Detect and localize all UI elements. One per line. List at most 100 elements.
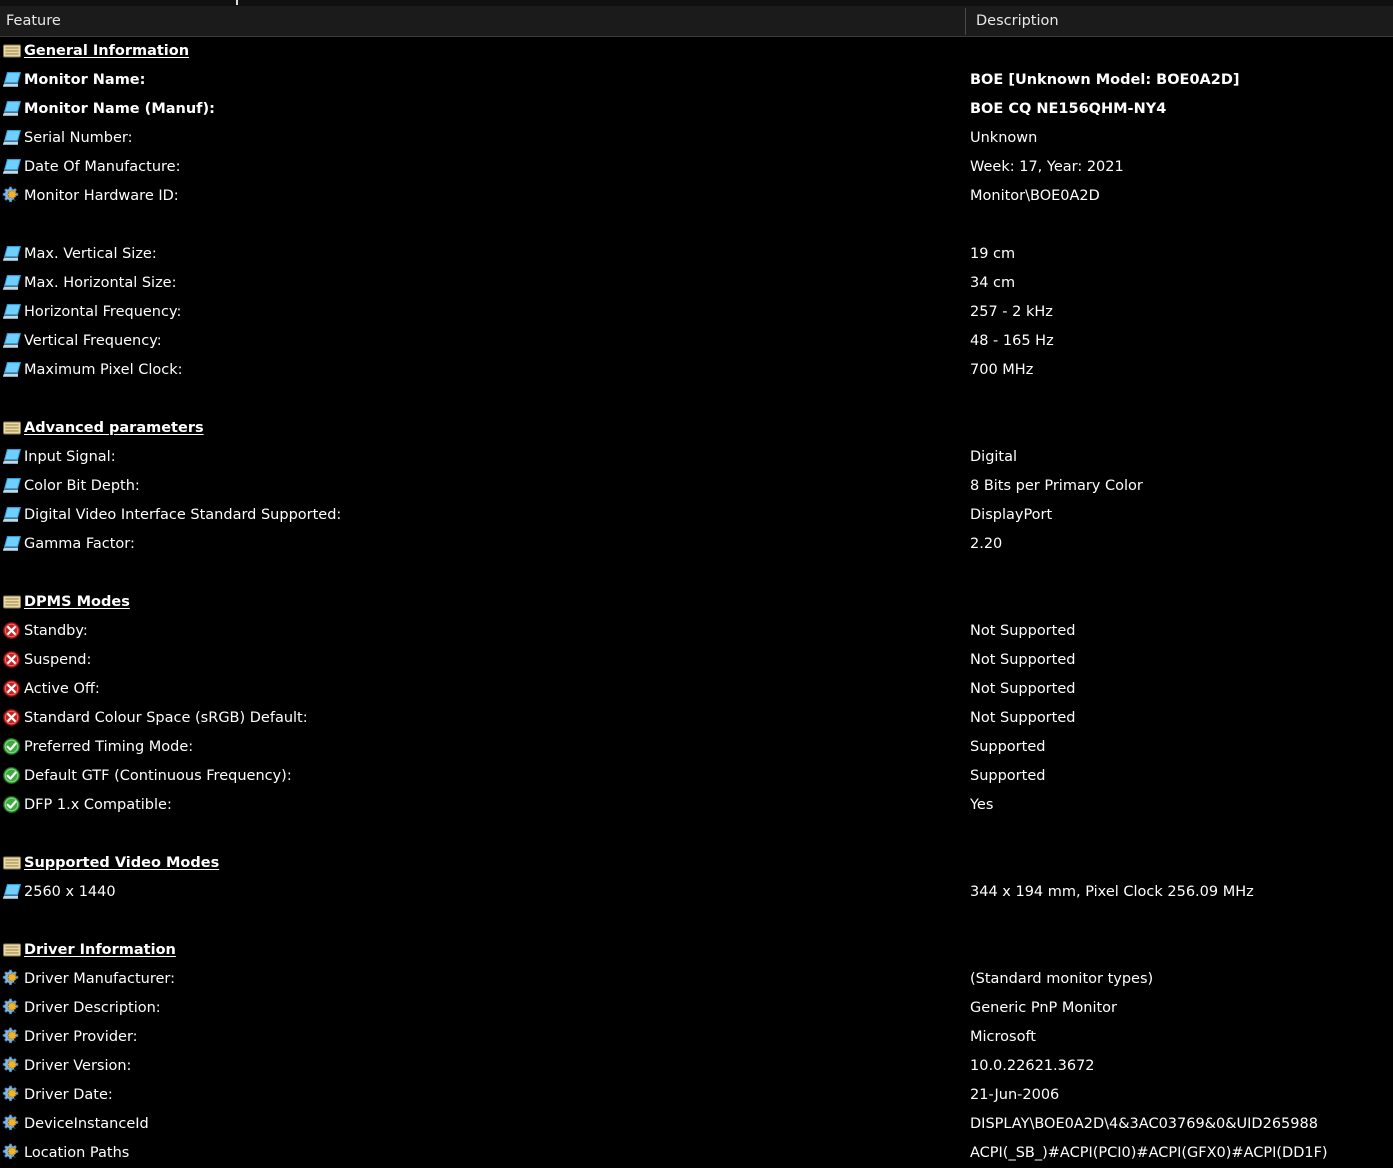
list-row[interactable]: Monitor Name (Manuf): BOE CQ NE156QHM-NY4 [0, 95, 1393, 124]
row-feature-label: DFP 1.x Compatible: [24, 797, 172, 813]
list-row[interactable]: Driver Version: 10.0.22621.3672 [0, 1052, 1393, 1081]
list-row[interactable]: Vertical Frequency: 48 - 165 Hz [0, 327, 1393, 356]
row-feature-label: Driver Provider: [24, 1029, 138, 1045]
list-row[interactable]: Standby: Not Supported [0, 617, 1393, 646]
check-icon [2, 766, 22, 786]
row-description-value: Not Supported [970, 623, 1076, 639]
row-description-value: Unknown [970, 130, 1038, 146]
monitor-icon [2, 302, 22, 322]
list-row[interactable]: Max. Horizontal Size: 34 cm [0, 269, 1393, 298]
list-row[interactable]: Suspend: Not Supported [0, 646, 1393, 675]
row-description-value: ACPI(_SB_)#ACPI(PCI0)#ACPI(GFX0)#ACPI(DD… [970, 1145, 1328, 1161]
row-description-value: BOE CQ NE156QHM-NY4 [970, 101, 1167, 117]
ledger-icon [2, 41, 22, 61]
row-feature-label: Maximum Pixel Clock: [24, 362, 183, 378]
row-description-value: (Standard monitor types) [970, 971, 1154, 987]
row-description-value: Generic PnP Monitor [970, 1000, 1117, 1016]
ledger-icon [2, 940, 22, 960]
list-row[interactable]: Date Of Manufacture: Week: 17, Year: 2021 [0, 153, 1393, 182]
list-row[interactable]: Supported Video Modes [0, 849, 1393, 878]
error-icon [2, 708, 22, 728]
row-feature-label: Driver Manufacturer: [24, 971, 175, 987]
list-row[interactable]: Color Bit Depth: 8 Bits per Primary Color [0, 472, 1393, 501]
gear-icon [2, 186, 22, 206]
list-row[interactable]: Standard Colour Space (sRGB) Default: Not… [0, 704, 1393, 733]
list-row[interactable]: Default GTF (Continuous Frequency): Suppo… [0, 762, 1393, 791]
list-column-header: Feature Description [0, 6, 1393, 37]
list-row[interactable]: Active Off: Not Supported [0, 675, 1393, 704]
row-feature-label: Driver Information [24, 942, 176, 958]
row-feature-label: Date Of Manufacture: [24, 159, 181, 175]
row-description-value: Supported [970, 739, 1046, 755]
row-description-value: DisplayPort [970, 507, 1053, 523]
list-row[interactable]: DFP 1.x Compatible: Yes [0, 791, 1393, 820]
row-description-value: Not Supported [970, 681, 1076, 697]
list-row[interactable]: Driver Manufacturer: (Standard monitor ty… [0, 965, 1393, 994]
monitor-icon [2, 534, 22, 554]
column-header-description[interactable]: Description [976, 6, 1059, 36]
list-row[interactable]: 2560 x 1440 344 x 194 mm, Pixel Clock 256… [0, 878, 1393, 907]
list-row[interactable]: Input Signal: Digital [0, 443, 1393, 472]
row-feature-label: Suspend: [24, 652, 92, 668]
list-row[interactable]: Monitor Hardware ID: Monitor\BOE0A2D [0, 182, 1393, 211]
list-row[interactable]: Monitor Name: BOE [Unknown Model: BOE0A2D… [0, 66, 1393, 95]
row-description-value: Microsoft [970, 1029, 1036, 1045]
list-row[interactable]: Gamma Factor: 2.20 [0, 530, 1393, 559]
ledger-icon [2, 853, 22, 873]
list-row[interactable]: DeviceInstanceId DISPLAY\BOE0A2D\4&3AC037… [0, 1110, 1393, 1139]
row-feature-label: Preferred Timing Mode: [24, 739, 194, 755]
error-icon [2, 621, 22, 641]
list-row[interactable]: Maximum Pixel Clock: 700 MHz [0, 356, 1393, 385]
row-description-value: 2.20 [970, 536, 1003, 552]
list-row[interactable]: Driver Information [0, 936, 1393, 965]
row-feature-label: Vertical Frequency: [24, 333, 162, 349]
monitor-icon [2, 505, 22, 525]
check-icon [2, 795, 22, 815]
ledger-icon [2, 418, 22, 438]
list-row[interactable]: Max. Vertical Size: 19 cm [0, 240, 1393, 269]
list-row[interactable]: Advanced parameters [0, 414, 1393, 443]
row-feature-label: Serial Number: [24, 130, 133, 146]
error-icon [2, 679, 22, 699]
row-description-value: 19 cm [970, 246, 1016, 262]
row-feature-label: Location Paths [24, 1145, 130, 1161]
row-description-value: Digital [970, 449, 1018, 465]
monitor-icon [2, 447, 22, 467]
row-feature-label: Driver Version: [24, 1058, 132, 1074]
gear-icon [2, 998, 22, 1018]
row-feature-label: Monitor Name (Manuf): [24, 101, 215, 117]
list-row[interactable]: Driver Description: Generic PnP Monitor [0, 994, 1393, 1023]
row-feature-label: Supported Video Modes [24, 855, 220, 871]
list-row[interactable]: Preferred Timing Mode: Supported [0, 733, 1393, 762]
list-row[interactable]: Driver Date: 21-Jun-2006 [0, 1081, 1393, 1110]
column-header-feature[interactable]: Feature [6, 6, 61, 36]
list-row[interactable]: DPMS Modes [0, 588, 1393, 617]
row-feature-label: Horizontal Frequency: [24, 304, 182, 320]
monitor-icon [2, 128, 22, 148]
row-feature-label: Standby: [24, 623, 88, 639]
list-row[interactable]: Horizontal Frequency: 257 - 2 kHz [0, 298, 1393, 327]
row-feature-label: Advanced parameters [24, 420, 204, 436]
row-description-value: BOE [Unknown Model: BOE0A2D] [970, 72, 1240, 88]
list-row[interactable]: Location Paths ACPI(_SB_)#ACPI(PCI0)#ACPI… [0, 1139, 1393, 1168]
column-header-divider[interactable] [965, 8, 966, 35]
list-row[interactable]: Digital Video Interface Standard Support… [0, 501, 1393, 530]
row-feature-label: Input Signal: [24, 449, 116, 465]
gear-icon [2, 1114, 22, 1134]
row-feature-label: Digital Video Interface Standard Support… [24, 507, 342, 523]
row-feature-label: DeviceInstanceId [24, 1116, 149, 1132]
monitor-icon [2, 476, 22, 496]
list-row[interactable]: Driver Provider: Microsoft [0, 1023, 1393, 1052]
list-row[interactable]: General Information [0, 37, 1393, 66]
gear-icon [2, 1027, 22, 1047]
column-splitter-grip[interactable] [236, 0, 238, 5]
list-row[interactable]: Serial Number: Unknown [0, 124, 1393, 153]
row-description-value: 8 Bits per Primary Color [970, 478, 1143, 494]
row-feature-label: Standard Colour Space (sRGB) Default: [24, 710, 308, 726]
monitor-icon [2, 244, 22, 264]
row-description-value: Week: 17, Year: 2021 [970, 159, 1124, 175]
